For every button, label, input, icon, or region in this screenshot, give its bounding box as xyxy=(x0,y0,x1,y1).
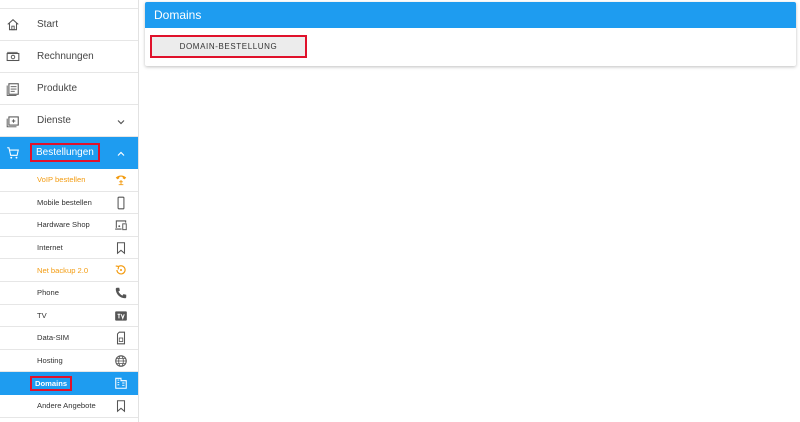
sidebar-subitem-label: Andere Angebote xyxy=(37,401,96,411)
domains-panel: Domains DOMAIN-BESTELLUNG xyxy=(145,2,796,66)
sidebar-item-label: Bestellungen xyxy=(30,143,100,162)
sidebar-subitem-label: Data-SIM xyxy=(37,333,70,343)
devices-icon xyxy=(114,218,128,232)
sidebar-subitem-label: Domains xyxy=(29,375,73,391)
sidebar-subitem-data-sim[interactable]: Data-SIM xyxy=(0,327,138,350)
bookmark-icon xyxy=(114,241,128,255)
sidebar-subitem-label: Net backup 2.0 xyxy=(37,265,89,275)
phone-icon xyxy=(114,286,128,300)
sidebar-item-label: Start xyxy=(37,19,59,30)
domain-building-icon xyxy=(114,376,128,390)
sidebar-subitem-andere-angebote[interactable]: Andere Angebote xyxy=(0,395,138,418)
backup-restore-icon xyxy=(114,263,128,277)
domain-order-button[interactable]: DOMAIN-BESTELLUNG xyxy=(150,35,307,58)
sidebar-item-label: Produkte xyxy=(37,83,78,94)
panel-body: DOMAIN-BESTELLUNG xyxy=(145,28,796,66)
sidebar-item-bestellungen[interactable]: Bestellungen xyxy=(0,137,138,169)
sidebar-item-rechnungen[interactable]: Rechnungen xyxy=(0,41,138,73)
sidebar-subitem-label: Mobile bestellen xyxy=(37,197,92,207)
sidebar-subitem-label: Hosting xyxy=(37,356,63,366)
sidebar: Start Rechnungen Produkte Dienste Bestel… xyxy=(0,0,139,422)
sidebar-subitem-domains[interactable]: Domains xyxy=(0,372,138,395)
sidebar-subitem-voip-bestellen[interactable]: VoIP bestellen xyxy=(0,169,138,192)
sim-card-icon xyxy=(114,331,128,345)
tv-icon xyxy=(114,309,128,323)
sidebar-item-dienste[interactable]: Dienste xyxy=(0,105,138,137)
sidebar-item-produkte[interactable]: Produkte xyxy=(0,73,138,105)
sidebar-subitem-phone[interactable]: Phone xyxy=(0,282,138,305)
panel-header: Domains xyxy=(145,2,796,28)
home-icon xyxy=(5,17,21,33)
bookmark-icon xyxy=(114,399,128,413)
sidebar-subitem-mobile-bestellen[interactable]: Mobile bestellen xyxy=(0,192,138,215)
chevron-up-icon[interactable] xyxy=(115,147,127,159)
sidebar-subitem-hosting[interactable]: Hosting xyxy=(0,350,138,373)
sidebar-subitem-hardware-shop[interactable]: Hardware Shop xyxy=(0,214,138,237)
sidebar-subitem-tv[interactable]: TV xyxy=(0,305,138,328)
sidebar-subitem-internet[interactable]: Internet xyxy=(0,237,138,260)
page-title: Domains xyxy=(154,8,202,22)
cart-icon xyxy=(5,145,21,161)
document-icon xyxy=(5,81,21,97)
sidebar-subitem-net-backup[interactable]: Net backup 2.0 xyxy=(0,259,138,282)
sidebar-subitem-label: Hardware Shop xyxy=(37,220,90,230)
sidebar-item-label: Dienste xyxy=(37,115,71,126)
voip-phone-icon xyxy=(114,173,128,187)
add-box-icon xyxy=(5,113,21,129)
chevron-down-icon[interactable] xyxy=(115,115,127,127)
sidebar-item-label: Rechnungen xyxy=(37,51,94,62)
sidebar-subitem-label: TV xyxy=(37,310,47,320)
sidebar-subitem-label: Internet xyxy=(37,243,63,253)
globe-icon xyxy=(114,354,128,368)
sidebar-subitem-label: Phone xyxy=(37,288,59,298)
sidebar-subitem-label: VoIP bestellen xyxy=(37,175,86,185)
mobile-icon xyxy=(114,196,128,210)
sidebar-item-start[interactable]: Start xyxy=(0,9,138,41)
money-icon xyxy=(5,49,21,65)
sidebar-top-strip xyxy=(0,0,138,9)
